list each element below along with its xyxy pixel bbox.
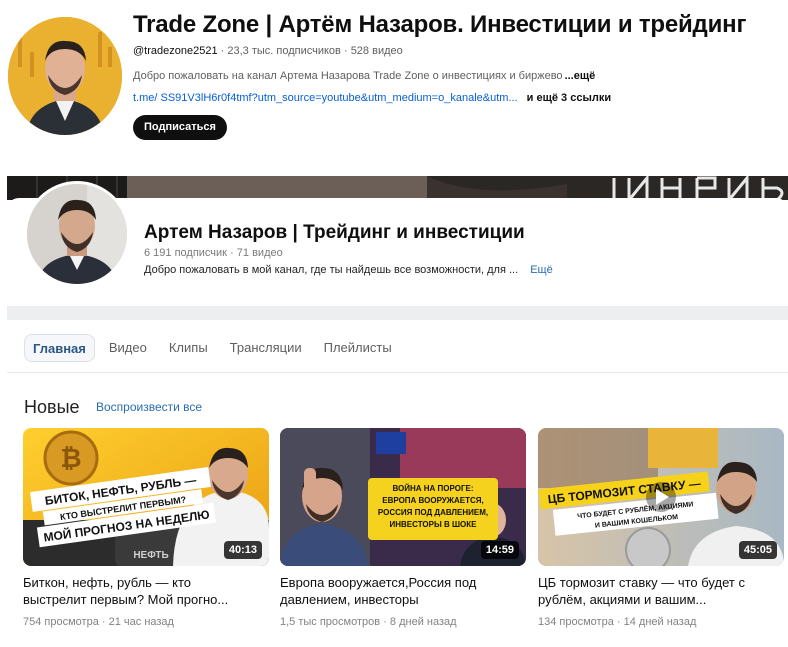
section-title: Новые	[24, 397, 80, 417]
video-title-line: выстрелит первым? Мой прогно...	[23, 592, 229, 607]
video-count: 528 видео	[350, 45, 403, 57]
video-card[interactable]: ЦБ ТОРМОЗИТ СТАВКУ — ЧТО БУДЕТ С РУБЛЁМ,…	[538, 428, 784, 628]
vk-channel-avatar[interactable]	[24, 181, 130, 287]
tab-home[interactable]: Главная	[24, 334, 95, 362]
avatar-portrait	[8, 17, 122, 135]
view-count: 134 просмотра	[538, 616, 614, 628]
thumbnail-text: ИНВЕСТОРЫ В ШОКЕ	[390, 520, 478, 529]
meta-separator: ·	[101, 616, 106, 628]
section-divider	[7, 306, 788, 320]
video-title[interactable]: ЦБ тормозит ставку — что будет с рублём,…	[538, 574, 784, 608]
telegram-link[interactable]: t.me/ SS91V3lH6r0f4tmf?utm_source=youtub…	[133, 92, 518, 104]
channel-tabs: Главная Видео Клипы Трансляции Плейлисты	[24, 334, 406, 362]
youtube-channel-title: Trade Zone | Артём Назаров. Инвестиции и…	[133, 11, 747, 38]
subscriber-count: 23,3 тыс. подписчиков	[227, 45, 341, 57]
video-title-line: Европа вооружается,Россия под	[280, 575, 477, 590]
meta-separator: ·	[383, 616, 387, 628]
video-title-line: Биткон, нефть, рубль — кто	[23, 575, 192, 590]
channel-banner	[7, 176, 788, 200]
youtube-channel-links: t.me/ SS91V3lH6r0f4tmf?utm_source=youtub…	[133, 92, 611, 104]
video-title-line: ЦБ тормозит ставку — что будет с	[538, 575, 745, 590]
channel-handle[interactable]: @tradezone2521	[133, 45, 218, 57]
more-links[interactable]: и ещё 3 ссылки	[527, 92, 611, 104]
thumbnail-text: РОССИЯ ПОД ДАВЛЕНИЕМ,	[378, 508, 488, 517]
thumbnail-text: НЕФТЬ	[133, 550, 168, 561]
video-title-line: рублём, акциями и вашим...	[538, 592, 707, 607]
meta-separator: ·	[616, 616, 621, 628]
description-more-link[interactable]: Ещё	[530, 264, 553, 276]
video-meta: 754 просмотра · 21 час назад	[23, 616, 269, 628]
video-duration: 14:59	[480, 541, 519, 559]
view-count: 754 просмотра	[23, 616, 99, 628]
svg-text:₿: ₿	[60, 443, 81, 473]
thumbnail-text: ВОЙНА НА ПОРОГЕ:	[392, 484, 473, 493]
publish-date: 8 дней назад	[389, 616, 457, 628]
avatar-portrait	[27, 184, 127, 284]
play-all-link[interactable]: Воспроизвести все	[96, 400, 202, 414]
video-card[interactable]: ВОЙНА НА ПОРОГЕ: ЕВРОПА ВООРУЖАЕТСЯ, РОС…	[280, 428, 526, 628]
screenshot-root: Trade Zone | Артём Назаров. Инвестиции и…	[0, 0, 788, 647]
meta-separator: ·	[230, 247, 234, 259]
description-text: Добро пожаловать на канал Артема Назаров…	[133, 70, 563, 82]
tabs-divider	[7, 372, 788, 373]
description-text: Добро пожаловать в мой канал, где ты най…	[144, 264, 519, 276]
tab-clips[interactable]: Клипы	[161, 334, 216, 362]
meta-separator: ·	[220, 45, 225, 57]
tab-videos[interactable]: Видео	[101, 334, 155, 362]
video-thumbnail[interactable]: ₿ БИТОК, НЕФТЬ, РУБЛЬ — КТО ВЫСТРЕЛИТ ПЕ…	[23, 428, 269, 566]
youtube-channel-description[interactable]: Добро пожаловать на канал Артема Назаров…	[133, 70, 595, 82]
publish-date: 14 дней назад	[623, 616, 697, 628]
view-count: 1,5 тыс просмотров	[280, 616, 381, 628]
video-duration: 45:05	[738, 541, 777, 559]
vk-channel-meta: 6 191 подписчик · 71 видео	[144, 247, 283, 259]
vk-channel-title: Артем Назаров | Трейдинг и инвестиции	[144, 222, 525, 243]
youtube-channel-meta: @tradezone2521 · 23,3 тыс. подписчиков ·…	[133, 45, 403, 57]
tab-playlists[interactable]: Плейлисты	[316, 334, 400, 362]
subscribe-button[interactable]: Подписаться	[133, 115, 227, 140]
video-meta: 134 просмотра · 14 дней назад	[538, 616, 784, 628]
video-title-line: давлением, инвесторы	[280, 592, 419, 607]
video-meta: 1,5 тыс просмотров · 8 дней назад	[280, 616, 526, 628]
tab-streams[interactable]: Трансляции	[222, 334, 310, 362]
subscriber-count: 6 191 подписчик	[144, 247, 227, 259]
thumbnail-text: ЕВРОПА ВООРУЖАЕТСЯ,	[382, 496, 484, 505]
banner-image	[7, 176, 788, 200]
video-title[interactable]: Европа вооружается,Россия под давлением,…	[280, 574, 526, 608]
video-card[interactable]: ₿ БИТОК, НЕФТЬ, РУБЛЬ — КТО ВЫСТРЕЛИТ ПЕ…	[23, 428, 269, 628]
youtube-channel-avatar[interactable]	[8, 17, 122, 135]
video-duration: 40:13	[223, 541, 262, 559]
video-count: 71 видео	[236, 247, 283, 259]
description-more-link[interactable]: ...ещё	[565, 70, 596, 82]
video-thumbnail[interactable]: ЦБ ТОРМОЗИТ СТАВКУ — ЧТО БУДЕТ С РУБЛЁМ,…	[538, 428, 784, 566]
meta-separator: ·	[343, 45, 348, 57]
publish-date: 21 час назад	[108, 616, 174, 628]
video-title[interactable]: Биткон, нефть, рубль — кто выстрелит пер…	[23, 574, 269, 608]
vk-channel-description: Добро пожаловать в мой канал, где ты най…	[144, 264, 553, 276]
video-thumbnail[interactable]: ВОЙНА НА ПОРОГЕ: ЕВРОПА ВООРУЖАЕТСЯ, РОС…	[280, 428, 526, 566]
